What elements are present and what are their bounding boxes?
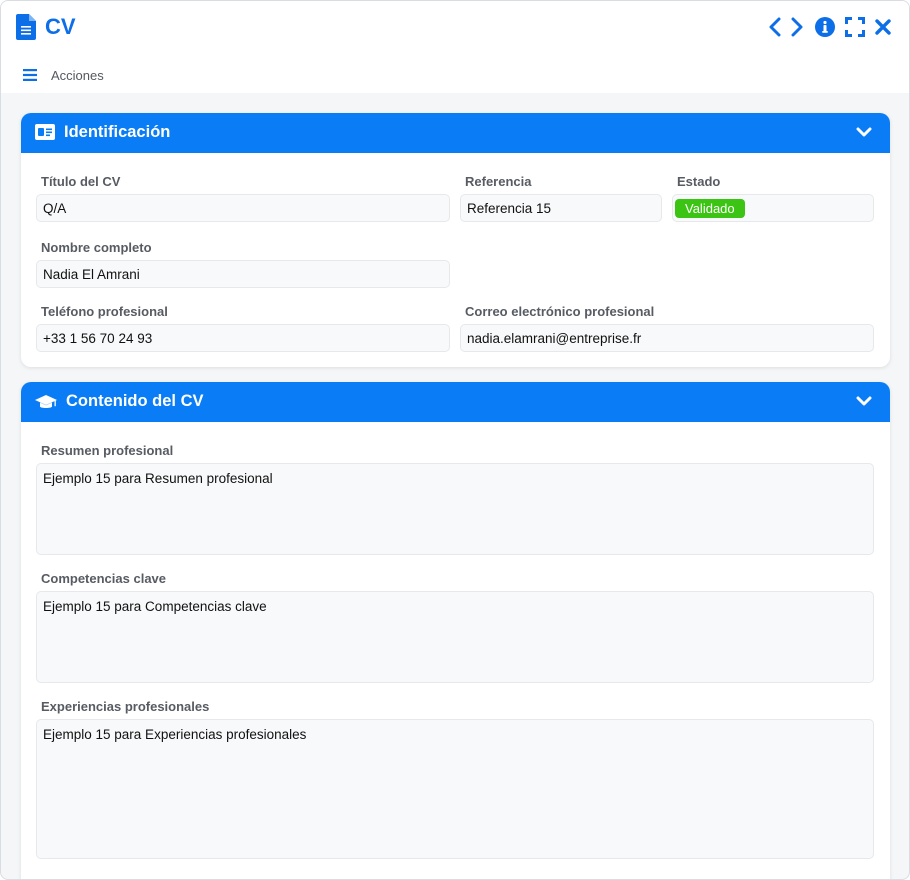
experience-label: Experiencias profesionales bbox=[41, 699, 210, 714]
previous-button[interactable] bbox=[763, 15, 787, 39]
email-value: nadia.elamrani@entreprise.fr bbox=[467, 330, 642, 346]
fullscreen-button[interactable] bbox=[843, 15, 867, 39]
skills-label: Competencias clave bbox=[41, 571, 167, 586]
full-name-value: Nadia El Amrani bbox=[43, 266, 140, 282]
phone-field[interactable]: +33 1 56 70 24 93 bbox=[36, 324, 450, 352]
cv-title-field[interactable]: Q/A bbox=[36, 194, 450, 222]
content-card: Contenido del CV Resumen profesional Eje… bbox=[21, 382, 890, 879]
chevron-right-icon bbox=[791, 17, 803, 37]
cv-title-value: Q/A bbox=[43, 200, 67, 216]
chevron-down-icon bbox=[856, 396, 872, 406]
phone-value: +33 1 56 70 24 93 bbox=[43, 330, 153, 346]
full-name-field[interactable]: Nadia El Amrani bbox=[36, 260, 450, 288]
email-label: Correo electrónico profesional bbox=[465, 304, 655, 319]
identification-header[interactable]: Identificación bbox=[21, 113, 890, 153]
info-button[interactable] bbox=[813, 15, 837, 39]
reference-value: Referencia 15 bbox=[467, 200, 552, 216]
email-field[interactable]: nadia.elamrani@entreprise.fr bbox=[460, 324, 874, 352]
window-title: CV bbox=[45, 14, 76, 39]
graduation-cap-icon bbox=[35, 395, 57, 408]
full-name-label: Nombre completo bbox=[41, 240, 152, 255]
status-label: Estado bbox=[677, 174, 721, 189]
id-card-icon bbox=[35, 124, 55, 140]
chevron-down-icon bbox=[856, 127, 872, 137]
actions-menu-label[interactable]: Acciones bbox=[51, 68, 104, 83]
identification-card: Identificación Título del CV Q/A Referen… bbox=[21, 113, 890, 367]
status-field[interactable]: Validado bbox=[672, 194, 874, 222]
content-header[interactable]: Contenido del CV bbox=[21, 382, 890, 422]
next-button[interactable] bbox=[785, 15, 809, 39]
content-title: Contenido del CV bbox=[66, 392, 204, 410]
skills-textarea[interactable]: Ejemplo 15 para Competencias clave bbox=[36, 591, 874, 683]
info-icon bbox=[815, 17, 835, 37]
actions-menu: Acciones bbox=[1, 61, 909, 91]
hamburger-menu-icon[interactable] bbox=[23, 69, 37, 81]
summary-textarea[interactable]: Ejemplo 15 para Resumen profesional bbox=[36, 463, 874, 555]
summary-label: Resumen profesional bbox=[41, 443, 174, 458]
chevron-left-icon bbox=[769, 17, 781, 37]
summary-value: Ejemplo 15 para Resumen profesional bbox=[43, 471, 273, 486]
document-icon bbox=[16, 14, 36, 40]
cv-window: CV Acciones Identificación Título del CV… bbox=[0, 0, 910, 880]
experience-textarea[interactable]: Ejemplo 15 para Experiencias profesional… bbox=[36, 719, 874, 859]
status-badge: Validado bbox=[675, 198, 745, 218]
identification-title: Identificación bbox=[64, 123, 171, 141]
cv-title-label: Título del CV bbox=[41, 174, 121, 189]
reference-field[interactable]: Referencia 15 bbox=[460, 194, 662, 222]
close-icon bbox=[875, 19, 891, 35]
close-button[interactable] bbox=[871, 15, 895, 39]
expand-icon bbox=[845, 17, 865, 37]
title-bar: CV Acciones bbox=[1, 1, 909, 93]
phone-label: Teléfono profesional bbox=[41, 304, 168, 319]
reference-label: Referencia bbox=[465, 174, 532, 189]
experience-value: Ejemplo 15 para Experiencias profesional… bbox=[43, 727, 307, 742]
skills-value: Ejemplo 15 para Competencias clave bbox=[43, 599, 267, 614]
